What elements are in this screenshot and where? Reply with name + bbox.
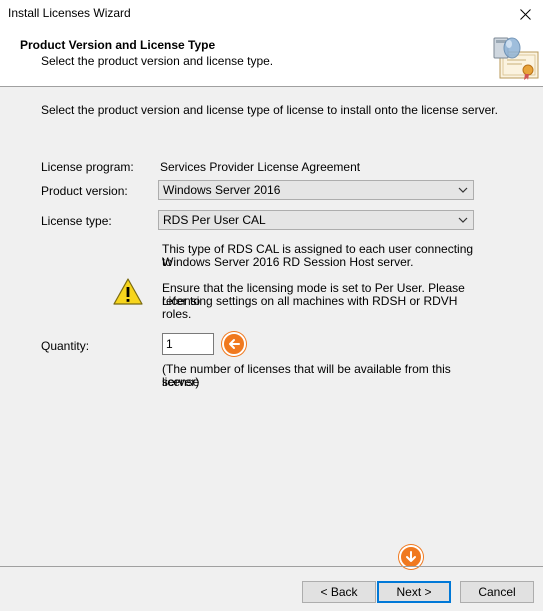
license-type-label: License type: [41, 214, 112, 228]
next-button[interactable]: Next > [377, 581, 451, 603]
wizard-content: Select the product version and license t… [0, 87, 543, 569]
back-button[interactable]: < Back [302, 581, 376, 603]
certificate-icon [493, 37, 539, 80]
license-program-label: License program: [41, 160, 134, 174]
quantity-input[interactable] [162, 333, 214, 355]
product-version-label: Product version: [41, 184, 128, 198]
product-version-select[interactable]: Windows Server 2016 [158, 180, 474, 200]
warning-icon [113, 278, 143, 305]
page-subtitle: Select the product version and license t… [41, 54, 274, 68]
license-type-description-line2: Windows Server 2016 RD Session Host serv… [162, 255, 414, 269]
close-icon [519, 8, 531, 20]
window-title: Install Licenses Wizard [8, 6, 131, 20]
step-marker-left [222, 332, 246, 356]
product-version-selected: Windows Server 2016 [163, 183, 281, 197]
close-button[interactable] [507, 0, 543, 28]
warning-line2: Licensing settings on all machines with … [162, 294, 458, 321]
page-title: Product Version and License Type [20, 38, 216, 52]
intro-text: Select the product version and license t… [41, 103, 498, 117]
license-type-select[interactable]: RDS Per User CAL [158, 210, 474, 230]
footer-divider [0, 566, 543, 567]
arrow-left-icon [229, 339, 240, 349]
quantity-note-line2: server) [162, 375, 200, 389]
cancel-button[interactable]: Cancel [460, 581, 534, 603]
license-type-selected: RDS Per User CAL [163, 213, 266, 227]
title-bar: Install Licenses Wizard [0, 0, 543, 28]
arrow-down-icon [406, 551, 416, 562]
license-program-value: Services Provider License Agreement [160, 160, 361, 174]
chevron-down-icon [458, 217, 468, 223]
wizard-header: Product Version and License Type Select … [0, 28, 543, 87]
chevron-down-icon [458, 187, 468, 193]
quantity-label: Quantity: [41, 339, 90, 353]
